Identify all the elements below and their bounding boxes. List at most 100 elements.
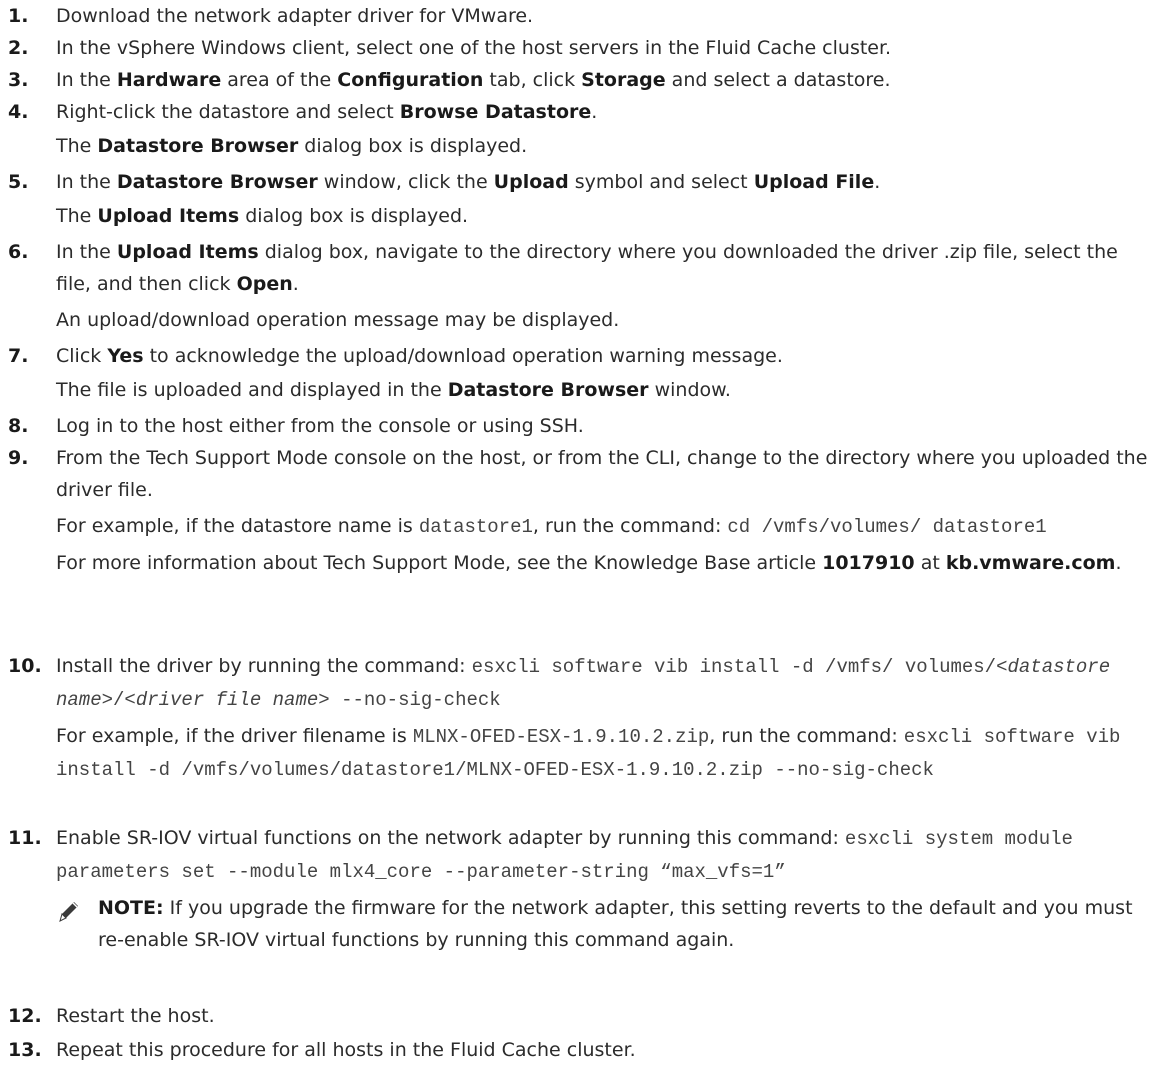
step-result: For example, if the driver filename is M… xyxy=(56,720,1158,786)
text-run: Download the network adapter driver for … xyxy=(56,5,534,27)
step-text: Enable SR-IOV virtual functions on the n… xyxy=(56,822,1158,888)
text-run: In the xyxy=(56,171,117,193)
step-text: Install the driver by running the comman… xyxy=(56,650,1158,716)
step-number: 9. xyxy=(8,447,29,469)
text-run: From the Tech Support Mode console on th… xyxy=(56,447,1148,501)
code-text: datastore1 xyxy=(418,516,533,538)
text-run: and select a datastore. xyxy=(665,69,891,91)
ui-term: kb.vmware.com xyxy=(945,552,1116,574)
text-run: . xyxy=(1115,552,1122,574)
ui-term: Upload xyxy=(493,171,569,193)
text-run: dialog box is displayed. xyxy=(298,135,528,157)
procedure-document: 1. Download the network adapter driver f… xyxy=(0,0,1162,1067)
step-result: The file is uploaded and displayed in th… xyxy=(56,374,1158,406)
step-12: 12. Restart the host. xyxy=(8,1000,1158,1032)
code-text: driver file name xyxy=(135,689,319,711)
ui-term: Datastore Browser xyxy=(97,135,299,157)
text-run: For example, if the datastore name is xyxy=(56,515,419,537)
step-number: 11. xyxy=(8,827,42,849)
step-number: 2. xyxy=(8,37,29,59)
step-text: In the Hardware area of the Configuratio… xyxy=(56,64,1158,96)
step-number: 5. xyxy=(8,171,29,193)
step-10: 10. Install the driver by running the co… xyxy=(8,650,1158,786)
step-text: Restart the host. xyxy=(56,1000,1158,1032)
step-result: The Datastore Browser dialog box is disp… xyxy=(56,130,1158,162)
step-1: 1. Download the network adapter driver f… xyxy=(8,0,1158,32)
step-number: 3. xyxy=(8,69,29,91)
text-run: tab, click xyxy=(483,69,582,91)
note-callout: NOTE: If you upgrade the firmware for th… xyxy=(56,892,1158,956)
step-number: 12. xyxy=(8,1005,42,1027)
text-run: The xyxy=(56,135,98,157)
step-result: An upload/download operation message may… xyxy=(56,304,1158,336)
step-4: 4. Right-click the datastore and select … xyxy=(8,96,1158,162)
text-run: Click xyxy=(56,345,108,367)
text-run: For more information about Tech Support … xyxy=(56,552,823,574)
text-run: If you upgrade the firmware for the netw… xyxy=(98,897,1133,951)
code-text: > --no-sig-check xyxy=(318,689,501,711)
step-text: In the vSphere Windows client, select on… xyxy=(56,32,1158,64)
code-text: esxcli software vib install -d /vmfs/ vo… xyxy=(471,656,1008,678)
ui-term: Browse Datastore xyxy=(399,101,592,123)
ui-term: Hardware xyxy=(116,69,222,91)
step-2: 2. In the vSphere Windows client, select… xyxy=(8,32,1158,64)
ui-term: Upload Items xyxy=(97,205,240,227)
text-run: Restart the host. xyxy=(56,1005,215,1027)
step-number: 13. xyxy=(8,1039,42,1061)
step-number: 10. xyxy=(8,655,42,677)
note-text: NOTE: If you upgrade the firmware for th… xyxy=(98,892,1158,956)
step-3: 3. In the Hardware area of the Configura… xyxy=(8,64,1158,96)
text-run: window, click the xyxy=(317,171,494,193)
step-text: Download the network adapter driver for … xyxy=(56,0,1158,32)
step-text: Click Yes to acknowledge the upload/down… xyxy=(56,340,1158,372)
step-text: In the Datastore Browser window, click t… xyxy=(56,166,1158,198)
ui-term: Upload Items xyxy=(116,241,259,263)
step-text: In the Upload Items dialog box, navigate… xyxy=(56,236,1158,300)
step-11: 11. Enable SR-IOV virtual functions on t… xyxy=(8,822,1158,956)
text-run: Repeat this procedure for all hosts in t… xyxy=(56,1039,636,1061)
text-run: Install the driver by running the comman… xyxy=(56,655,472,677)
text-run: Right-click the datastore and select xyxy=(56,101,400,123)
step-text: Right-click the datastore and select Bro… xyxy=(56,96,1158,128)
code-text: cd /vmfs/volumes/ datastore1 xyxy=(727,516,1047,538)
ui-term: Upload File xyxy=(753,171,875,193)
step-text: Log in to the host either from the conso… xyxy=(56,410,1158,442)
text-run: dialog box is displayed. xyxy=(239,205,469,227)
step-13: 13. Repeat this procedure for all hosts … xyxy=(8,1034,1158,1066)
text-run: area of the xyxy=(221,69,338,91)
step-6: 6. In the Upload Items dialog box, navig… xyxy=(8,236,1158,336)
text-run: at xyxy=(914,552,946,574)
ui-term: Datastore Browser xyxy=(447,379,649,401)
step-result: For example, if the datastore name is da… xyxy=(56,510,1158,543)
text-run: . xyxy=(292,273,299,295)
step-number: 1. xyxy=(8,5,29,27)
step-number: 8. xyxy=(8,415,29,437)
ui-term: 1017910 xyxy=(822,552,915,574)
step-number: 7. xyxy=(8,345,29,367)
text-run: symbol and select xyxy=(568,171,754,193)
note-pencil-icon xyxy=(59,902,78,922)
step-text: From the Tech Support Mode console on th… xyxy=(56,442,1158,506)
text-run: . xyxy=(591,101,598,123)
step-result: The Upload Items dialog box is displayed… xyxy=(56,200,1158,232)
ui-term: Storage xyxy=(581,69,666,91)
code-text: MLNX-OFED-ESX-1.9.10.2.zip xyxy=(412,726,710,748)
step-5: 5. In the Datastore Browser window, clic… xyxy=(8,166,1158,232)
text-run: For example, if the driver filename is xyxy=(56,725,413,747)
text-run: window. xyxy=(648,379,731,401)
step-number: 6. xyxy=(8,241,29,263)
step-text: Repeat this procedure for all hosts in t… xyxy=(56,1034,1158,1066)
text-run: Enable SR-IOV virtual functions on the n… xyxy=(56,827,845,849)
text-run: , run the command: xyxy=(709,725,904,747)
text-run: Log in to the host either from the conso… xyxy=(56,415,584,437)
ui-term: Configuration xyxy=(337,69,484,91)
ui-term: Open xyxy=(236,273,293,295)
text-run: An upload/download operation message may… xyxy=(56,309,620,331)
text-run: In the xyxy=(56,69,117,91)
step-number: 4. xyxy=(8,101,29,123)
text-run: The xyxy=(56,205,98,227)
step-8: 8. Log in to the host either from the co… xyxy=(8,410,1158,442)
step-7: 7. Click Yes to acknowledge the upload/d… xyxy=(8,340,1158,406)
text-run: In the vSphere Windows client, select on… xyxy=(56,37,892,59)
ui-term: NOTE: xyxy=(98,897,164,919)
